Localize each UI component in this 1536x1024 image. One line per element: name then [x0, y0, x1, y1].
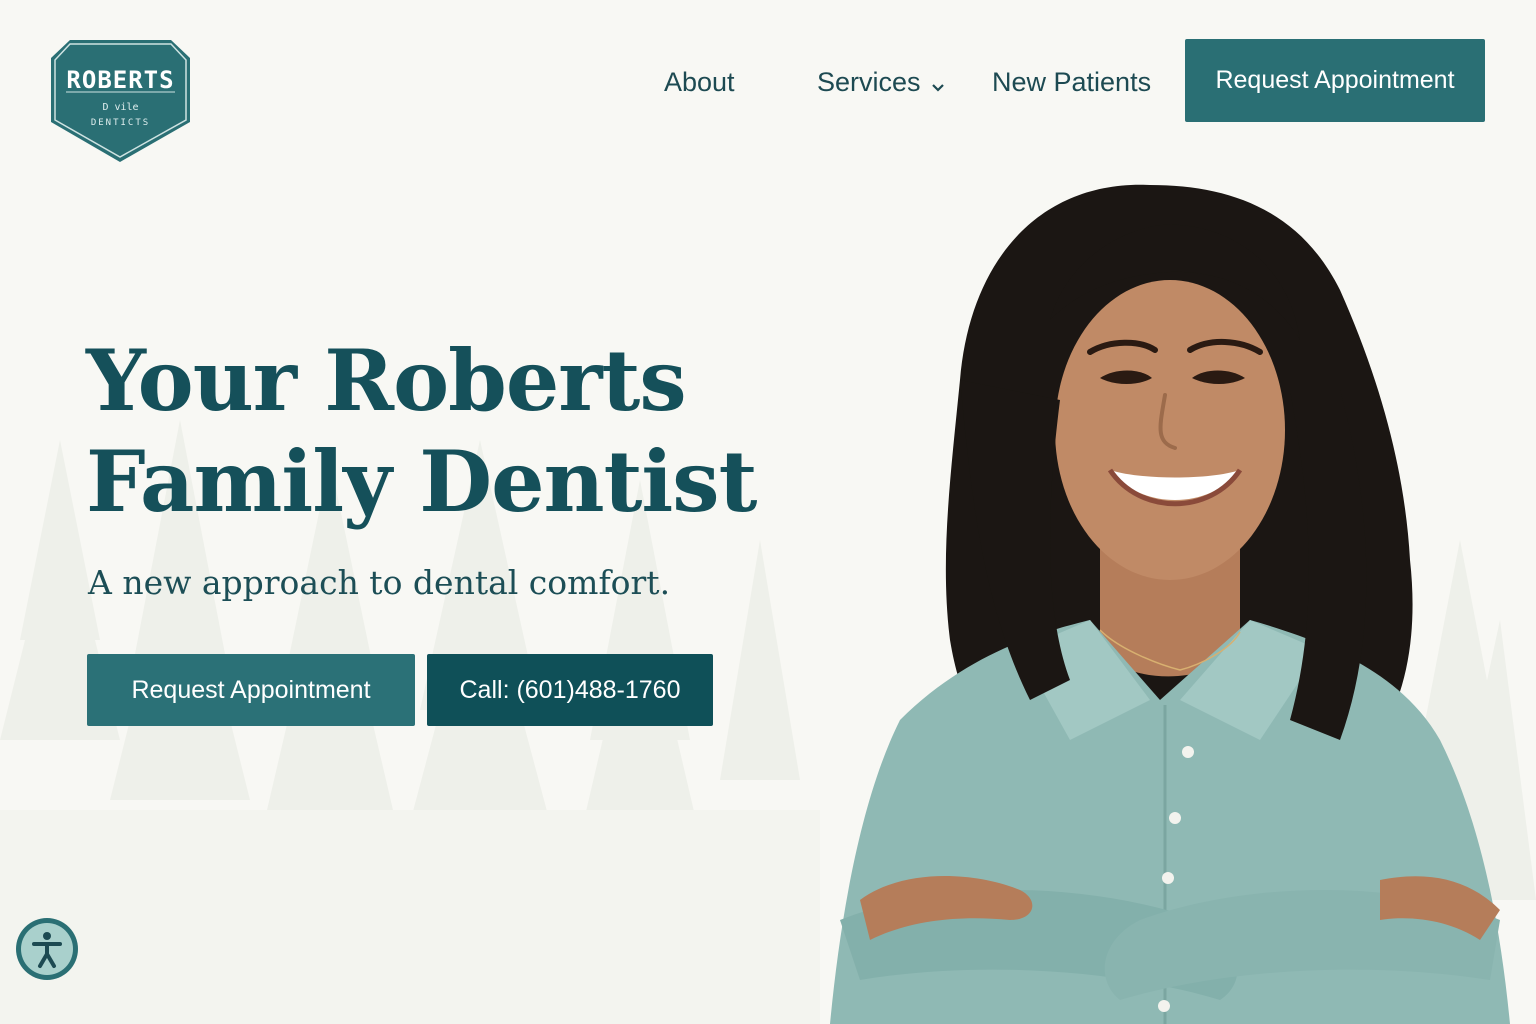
logo-subtitle: D vile [102, 102, 139, 113]
hero-call-button[interactable]: Call: (601)488-1760 [427, 654, 713, 726]
nav-request-appointment-button[interactable]: Request Appointment [1185, 39, 1485, 122]
hero-title: Your Roberts Family Dentist [86, 330, 786, 532]
hero-subtitle: A new approach to dental comfort. [88, 563, 671, 602]
nav-about-link[interactable]: About [664, 62, 735, 102]
logo[interactable]: ROBERTS D vile DENTICTS [48, 36, 193, 164]
accessibility-icon [16, 918, 78, 980]
logo-badge [51, 40, 190, 162]
hero-title-line2: Family Dentist [86, 432, 757, 531]
page: ROBERTS D vile DENTICTS About Services N… [0, 0, 1536, 1024]
logo-tagline: DENTICTS [90, 118, 151, 128]
nav-services-label: Services [817, 67, 921, 97]
logo-title: ROBERTS [66, 66, 175, 94]
dentist-photo [830, 184, 1510, 1024]
hero-request-appointment-button[interactable]: Request Appointment [87, 654, 415, 726]
nav-services-dropdown[interactable]: Services [817, 62, 945, 102]
accessibility-button[interactable] [14, 916, 80, 982]
hero-title-line1: Your Roberts [86, 331, 687, 430]
nav-new-patients-link[interactable]: New Patients [992, 62, 1151, 102]
chevron-down-icon [931, 64, 945, 104]
